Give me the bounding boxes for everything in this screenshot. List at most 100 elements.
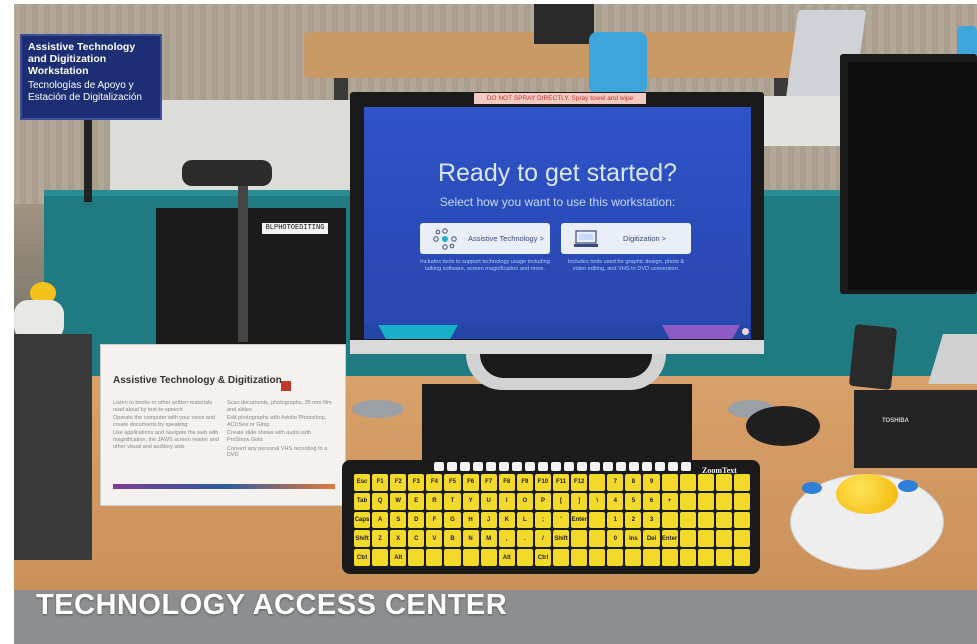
keyboard-key[interactable]: ; <box>534 511 551 529</box>
keyboard-key[interactable] <box>697 474 714 491</box>
keyboard-key[interactable] <box>589 549 606 566</box>
keyboard-key[interactable] <box>715 549 732 566</box>
keyboard-key[interactable] <box>715 511 732 529</box>
keyboard-key[interactable] <box>697 549 714 566</box>
keyboard-key[interactable]: Del <box>643 530 660 548</box>
media-key[interactable] <box>551 462 561 471</box>
keyboard-key[interactable] <box>625 549 642 566</box>
keyboard-key[interactable]: 1 <box>607 511 624 529</box>
keyboard-key[interactable] <box>733 549 750 566</box>
keyboard-key[interactable]: B <box>444 530 461 548</box>
keyboard-key[interactable]: 3 <box>643 511 660 529</box>
keyboard-key[interactable]: 9 <box>643 474 660 491</box>
keyboard-key[interactable] <box>679 474 696 491</box>
keyboard-key[interactable]: Alt <box>390 549 407 566</box>
keyboard-key[interactable] <box>697 530 714 548</box>
keyboard-key[interactable]: O <box>516 492 533 510</box>
media-key[interactable] <box>629 462 639 471</box>
media-key[interactable] <box>525 462 535 471</box>
keyboard-key[interactable]: Q <box>372 492 389 510</box>
keyboard-key[interactable]: Y <box>462 492 479 510</box>
keyboard-key[interactable] <box>607 549 624 566</box>
keyboard-key[interactable]: ' <box>553 511 570 529</box>
keyboard-key[interactable]: 4 <box>607 492 624 510</box>
media-key[interactable] <box>538 462 548 471</box>
keyboard-key[interactable] <box>408 549 425 566</box>
keyboard-key[interactable]: Shift <box>354 530 371 548</box>
trackball-left-button[interactable] <box>802 482 822 494</box>
keyboard-key[interactable] <box>426 549 443 566</box>
keyboard-key[interactable] <box>444 549 461 566</box>
keyboard-key[interactable]: F5 <box>444 474 461 491</box>
keyboard-key[interactable] <box>589 530 606 548</box>
keyboard-key[interactable] <box>679 492 696 510</box>
keyboard-key[interactable]: F10 <box>534 474 551 491</box>
keyboard-key[interactable]: 6 <box>643 492 660 510</box>
keyboard-key[interactable] <box>697 492 714 510</box>
keyboard-key[interactable]: T <box>444 492 461 510</box>
media-key[interactable] <box>616 462 626 471</box>
keyboard-key[interactable] <box>661 549 678 566</box>
keyboard-key[interactable] <box>643 549 660 566</box>
trackball-ball[interactable] <box>836 474 898 514</box>
keyboard-key[interactable]: V <box>426 530 443 548</box>
keyboard-key[interactable]: C <box>408 530 425 548</box>
keyboard-key[interactable] <box>661 511 678 529</box>
keyboard-key[interactable]: Z <box>372 530 389 548</box>
keyboard-key[interactable]: ] <box>571 492 588 510</box>
keyboard-key[interactable]: , <box>498 530 515 548</box>
keyboard-key[interactable] <box>679 530 696 548</box>
keyboard-key[interactable]: + <box>661 492 678 510</box>
keyboard-key[interactable]: D <box>408 511 425 529</box>
keyboard-key[interactable]: R <box>426 492 443 510</box>
keyboard-key[interactable]: U <box>480 492 497 510</box>
keyboard-key[interactable] <box>516 549 533 566</box>
keyboard-key[interactable]: F <box>426 511 443 529</box>
keyboard-key[interactable] <box>589 511 606 529</box>
keyboard-key[interactable]: M <box>480 530 497 548</box>
keyboard-key[interactable]: F12 <box>571 474 588 491</box>
keyboard-key[interactable]: 7 <box>607 474 624 491</box>
keyboard-key[interactable]: F6 <box>462 474 479 491</box>
help-icon[interactable] <box>742 328 749 335</box>
keyboard-key[interactable]: 2 <box>625 511 642 529</box>
keyboard-key[interactable]: K <box>498 511 515 529</box>
keyboard-key[interactable]: Ctrl <box>354 549 371 566</box>
keyboard-key[interactable] <box>553 549 570 566</box>
keyboard-key[interactable]: I <box>498 492 515 510</box>
keyboard-key[interactable] <box>679 549 696 566</box>
keyboard-key[interactable]: F11 <box>553 474 570 491</box>
keyboard-key[interactable] <box>733 474 750 491</box>
keyboard-key[interactable]: Alt <box>498 549 515 566</box>
keyboard-key[interactable] <box>661 474 678 491</box>
media-key[interactable] <box>486 462 496 471</box>
keyboard-key[interactable]: G <box>444 511 461 529</box>
keyboard-key[interactable]: J <box>480 511 497 529</box>
digitization-button[interactable]: Digitization > <box>561 223 691 254</box>
keyboard-key[interactable]: Enter <box>571 511 588 529</box>
keyboard-key[interactable] <box>733 492 750 510</box>
keyboard-key[interactable]: F3 <box>408 474 425 491</box>
keyboard-key[interactable]: Ins <box>625 530 642 548</box>
keyboard-key[interactable]: . <box>516 530 533 548</box>
keyboard-key[interactable] <box>679 511 696 529</box>
keyboard-key[interactable]: Enter <box>661 530 678 548</box>
keyboard-key[interactable]: [ <box>553 492 570 510</box>
keyboard-key[interactable]: \ <box>589 492 606 510</box>
media-key[interactable] <box>512 462 522 471</box>
keyboard-key[interactable] <box>715 530 732 548</box>
keyboard-key[interactable] <box>480 549 497 566</box>
media-key[interactable] <box>577 462 587 471</box>
keyboard-key[interactable] <box>715 474 732 491</box>
keyboard-key[interactable]: P <box>534 492 551 510</box>
media-key[interactable] <box>681 462 691 471</box>
keyboard-key[interactable] <box>571 549 588 566</box>
keyboard-key[interactable]: E <box>408 492 425 510</box>
keyboard-key[interactable]: Caps <box>354 511 371 529</box>
mouse[interactable] <box>746 406 820 446</box>
keyboard-key[interactable] <box>589 474 606 491</box>
media-key[interactable] <box>434 462 444 471</box>
keyboard-key[interactable]: / <box>534 530 551 548</box>
keyboard-key[interactable]: Shift <box>553 530 570 548</box>
keyboard-key[interactable]: X <box>390 530 407 548</box>
